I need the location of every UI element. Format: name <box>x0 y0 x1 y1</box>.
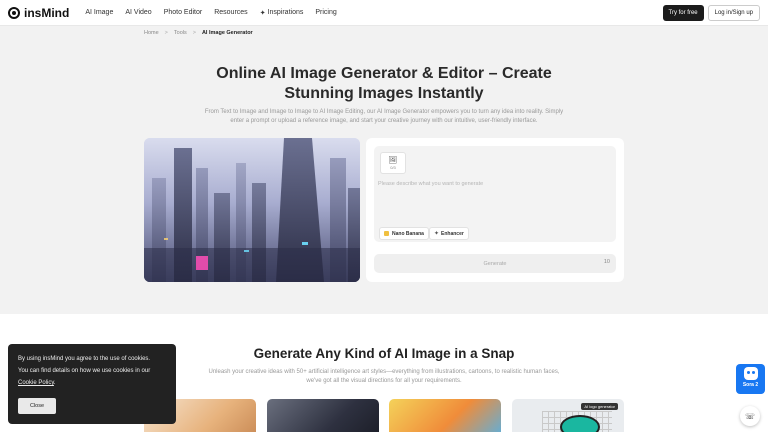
generate-label: Generate <box>483 260 507 267</box>
enhancer-toggle[interactable]: ✦ Enhancer <box>429 227 469 240</box>
sparkle-icon: ✦ <box>259 9 266 17</box>
city-illustration <box>144 138 360 282</box>
page-description-line2: enter a prompt or upload a reference ima… <box>230 117 538 124</box>
nav-inspirations-label: Inspirations <box>267 9 304 16</box>
cookie-policy-link[interactable]: Cookie Policy <box>18 380 54 386</box>
section-description-line1: Unleash your creative ideas with 50+ art… <box>208 369 560 375</box>
page-title: Online AI Image Generator & Editor – Cre… <box>0 64 768 104</box>
logo-text: insMind <box>24 5 70 20</box>
sora-mascot-icon <box>743 367 758 380</box>
cookie-banner: By using insMind you agree to the use of… <box>8 344 176 424</box>
sora-widget[interactable]: Sora 2 <box>736 364 765 394</box>
section-description: Unleash your creative ideas with 50+ art… <box>190 368 578 385</box>
top-header: insMind AI Image AI Video Photo Editor R… <box>0 0 768 26</box>
nav-inspirations[interactable]: ✦ Inspirations <box>260 9 304 17</box>
breadcrumb-separator: > <box>192 30 196 36</box>
cookie-text-line2: You can find details on how we use cooki… <box>18 368 151 374</box>
breadcrumb-tools[interactable]: Tools <box>174 30 187 36</box>
nav-ai-video[interactable]: AI Video <box>125 9 151 16</box>
login-signup-button[interactable]: Log in/Sign up <box>707 5 760 21</box>
ai-logo-generator-tag: AI logo generator <box>581 403 618 410</box>
cookie-policy-suffix: . <box>53 380 56 386</box>
enhancer-label: Enhancer <box>441 230 464 237</box>
generator-panel: 🖼 0/3 Please describe what you want to g… <box>366 138 624 282</box>
breadcrumb-separator: > <box>164 30 168 36</box>
support-button[interactable]: ☏ <box>740 406 760 426</box>
page-title-line2: Stunning Images Instantly <box>284 85 484 102</box>
section-description-line2: we've got all the visual directions for … <box>306 377 462 384</box>
model-selector[interactable]: Nano Banana <box>379 227 429 240</box>
nav-photo-editor[interactable]: Photo Editor <box>164 9 203 16</box>
example-card-logo[interactable]: AI logo generator <box>512 399 624 432</box>
prompt-input[interactable]: Please describe what you want to generat… <box>378 181 483 187</box>
breadcrumb: Home > Tools > AI Image Generator <box>144 30 253 36</box>
banana-icon <box>384 231 389 236</box>
page-title-line1: Online AI Image Generator & Editor – Cre… <box>216 65 552 82</box>
cookie-text-line1: By using insMind you agree to the use of… <box>18 356 151 362</box>
model-selector-label: Nano Banana <box>392 230 424 237</box>
credit-cost: 10 <box>603 259 610 265</box>
example-card-cartoon[interactable] <box>389 399 501 432</box>
example-card-portrait[interactable] <box>267 399 379 432</box>
logo-icon <box>8 6 20 19</box>
cookie-close-button[interactable]: Close <box>18 398 56 414</box>
image-upload-icon: 🖼 <box>388 156 398 164</box>
wand-icon: ✦ <box>434 231 440 237</box>
prompt-box[interactable]: 🖼 0/3 Please describe what you want to g… <box>374 146 616 242</box>
page-description-line1: From Text to Image and Image to Image to… <box>204 109 564 115</box>
breadcrumb-current: AI Image Generator <box>201 30 253 36</box>
nav-ai-image[interactable]: AI Image <box>85 9 113 16</box>
logo[interactable]: insMind <box>8 6 69 20</box>
generate-button[interactable]: Generate 10 <box>374 254 616 273</box>
breadcrumb-home[interactable]: Home <box>144 30 159 36</box>
cookie-text-line3: Cookie Policy. <box>18 377 166 389</box>
main-nav: AI Image AI Video Photo Editor Resources… <box>85 9 348 17</box>
nav-pricing[interactable]: Pricing <box>315 9 336 16</box>
sample-city-image <box>144 138 360 282</box>
page-description: From Text to Image and Image to Image to… <box>190 108 578 125</box>
sora-label: Sora 2 <box>742 382 759 388</box>
nav-resources[interactable]: Resources <box>214 9 247 16</box>
logo-badge-image <box>560 415 600 432</box>
try-for-free-button[interactable]: Try for free <box>662 5 704 21</box>
upload-count: 0/3 <box>390 164 396 170</box>
headset-icon: ☏ <box>744 411 755 421</box>
upload-reference-button[interactable]: 🖼 0/3 <box>380 152 406 174</box>
